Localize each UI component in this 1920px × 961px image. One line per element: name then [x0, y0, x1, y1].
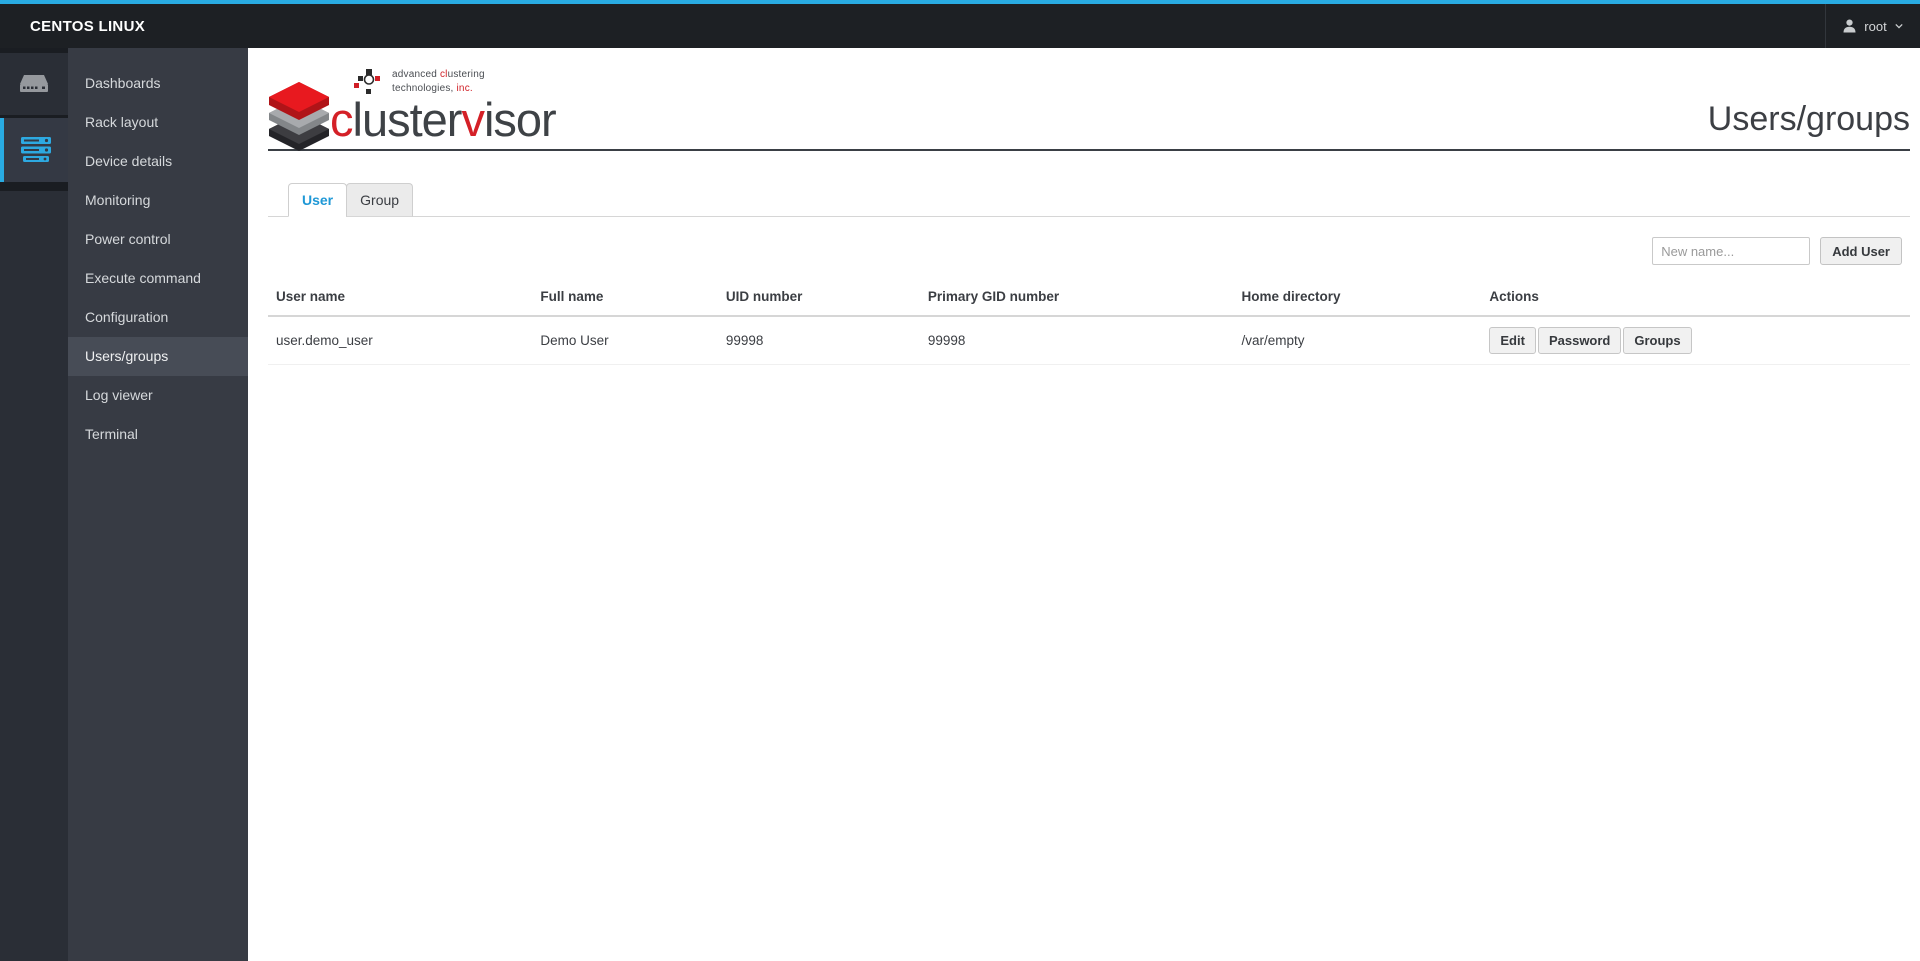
table-row: user.demo_user Demo User 99998 99998 /va…: [268, 316, 1910, 365]
sidebar-item-terminal[interactable]: Terminal: [68, 415, 248, 454]
page-header: clustervisor advanced clustering technolo…: [268, 48, 1910, 151]
table-controls: Add User: [268, 237, 1910, 265]
rail-divider: [0, 182, 68, 191]
act-tagline-text: advanced clustering technologies, inc.: [392, 68, 485, 95]
tagline-part: inc.: [456, 82, 473, 94]
col-header-user-name: User name: [268, 281, 533, 317]
user-menu[interactable]: root: [1825, 4, 1920, 48]
wordmark-part: c: [330, 93, 353, 146]
users-table: User name Full name UID number Primary G…: [268, 281, 1910, 365]
edit-button[interactable]: Edit: [1489, 327, 1536, 354]
cell-home-directory: /var/empty: [1233, 316, 1482, 365]
act-logo-mark-icon: [354, 69, 380, 94]
cell-full-name: Demo User: [532, 316, 718, 365]
sidebar-item-power-control[interactable]: Power control: [68, 220, 248, 259]
clustervisor-wordmark: clustervisor: [330, 93, 557, 146]
action-button-group: Edit Password Groups: [1489, 327, 1692, 354]
server-stack-icon: [21, 137, 51, 162]
tagline-part: advanced: [392, 69, 440, 80]
tagline-part: ustering: [447, 69, 485, 80]
sidebar-item-configuration[interactable]: Configuration: [68, 298, 248, 337]
tab-bar: User Group: [268, 183, 1910, 217]
cell-user-name: user.demo_user: [268, 316, 533, 365]
tagline-part: cl: [439, 69, 448, 80]
cell-actions: Edit Password Groups: [1481, 316, 1910, 365]
tab-user[interactable]: User: [288, 183, 348, 217]
server-rack-icon: [20, 75, 48, 92]
user-icon: [1843, 19, 1856, 33]
top-bar: CENTOS LINUX root: [0, 0, 1920, 48]
col-header-actions: Actions: [1481, 281, 1910, 317]
col-header-home-directory: Home directory: [1233, 281, 1482, 317]
user-name-label: root: [1864, 18, 1887, 34]
cell-uid-number: 99998: [717, 316, 920, 365]
tab-group[interactable]: Group: [346, 183, 414, 217]
cell-gid-number: 99998: [919, 316, 1234, 365]
sidebar-item-monitoring[interactable]: Monitoring: [68, 181, 248, 220]
sidebar-item-execute-command[interactable]: Execute command: [68, 259, 248, 298]
table-header-row: User name Full name UID number Primary G…: [268, 281, 1910, 317]
wordmark-part: luster: [352, 93, 463, 146]
clustervisor-cube-icon: [269, 82, 329, 151]
groups-button[interactable]: Groups: [1623, 327, 1692, 354]
add-user-button[interactable]: Add User: [1820, 237, 1902, 265]
tagline-part: technologies,: [392, 82, 457, 94]
sidebar-icon-rail: [0, 48, 68, 961]
sidebar-item-log-viewer[interactable]: Log viewer: [68, 376, 248, 415]
wordmark-part: isor: [483, 93, 557, 146]
rail-item-devices[interactable]: [0, 118, 68, 182]
col-header-uid-number: UID number: [717, 281, 920, 317]
sidebar-item-device-details[interactable]: Device details: [68, 142, 248, 181]
wordmark-part: v: [461, 93, 484, 146]
os-brand-label: CENTOS LINUX: [30, 17, 146, 35]
password-button[interactable]: Password: [1537, 327, 1622, 354]
sidebar-item-users-groups[interactable]: Users/groups: [68, 337, 248, 376]
act-tagline: advanced clustering technologies, inc.: [354, 68, 485, 96]
sidebar-item-rack-layout[interactable]: Rack layout: [68, 103, 248, 142]
chevron-down-icon: [1895, 23, 1903, 29]
page-title: Users/groups: [1707, 100, 1910, 138]
main-content: clustervisor advanced clustering technolo…: [248, 48, 1920, 961]
new-name-input[interactable]: [1652, 237, 1811, 265]
sidebar-menu: Dashboards Rack layout Device details Mo…: [68, 48, 248, 961]
rail-item-dashboard[interactable]: [0, 53, 68, 115]
col-header-full-name: Full name: [532, 281, 718, 317]
sidebar-item-dashboards[interactable]: Dashboards: [68, 64, 248, 103]
col-header-primary-gid: Primary GID number: [919, 281, 1234, 317]
